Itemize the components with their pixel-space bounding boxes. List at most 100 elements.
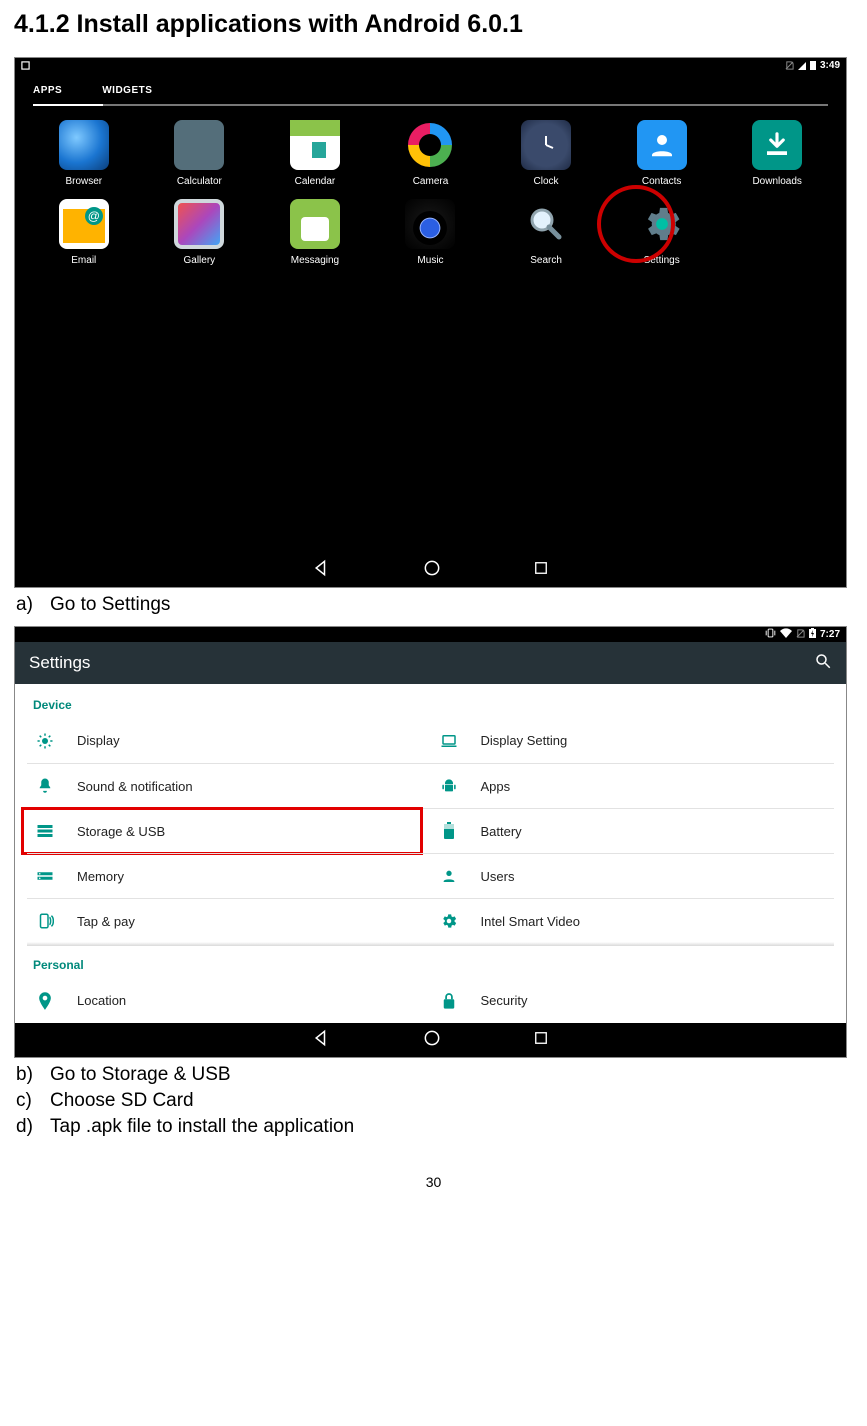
step-bullet: d) (16, 1116, 40, 1138)
user-icon (439, 866, 459, 886)
download-icon (752, 120, 802, 170)
settings-appbar: Settings (15, 642, 846, 684)
row-label: Sound & notification (77, 779, 193, 794)
step-bullet: a) (16, 594, 40, 616)
tab-apps[interactable]: APPS (33, 85, 62, 96)
step-a: a) Go to Settings (16, 594, 853, 616)
row-smart-video[interactable]: Intel Smart Video (431, 898, 835, 943)
row-label: Memory (77, 869, 124, 884)
lock-icon (439, 991, 459, 1011)
app-calculator[interactable]: Calculator (149, 120, 251, 187)
step-b: b) Go to Storage & USB (16, 1064, 853, 1086)
step-bullet: b) (16, 1064, 40, 1086)
app-browser[interactable]: Browser (33, 120, 135, 187)
page-number: 30 (14, 1174, 853, 1190)
step-text: Go to Settings (50, 594, 170, 616)
home-icon[interactable] (422, 558, 442, 583)
recents-icon[interactable] (532, 1029, 550, 1052)
status-time: 3:49 (820, 60, 840, 71)
step-bullet: c) (16, 1090, 40, 1112)
android-icon (439, 776, 459, 796)
app-settings[interactable]: Settings (611, 199, 713, 266)
camera-icon (405, 120, 455, 170)
wifi-icon (780, 628, 792, 641)
app-label: Clock (534, 176, 559, 187)
row-label: Display (77, 733, 120, 748)
search-icon (521, 199, 571, 249)
row-security[interactable]: Security (431, 978, 835, 1023)
app-downloads[interactable]: Downloads (726, 120, 828, 187)
location-icon (35, 991, 55, 1011)
home-icon[interactable] (422, 1028, 442, 1053)
app-label: Contacts (642, 176, 681, 187)
memory-icon (35, 866, 55, 886)
step-d: d) Tap .apk file to install the applicat… (16, 1116, 853, 1138)
category-device: Device (27, 692, 834, 718)
step-text: Tap .apk file to install the application (50, 1116, 354, 1138)
bell-icon (35, 776, 55, 796)
no-sim-icon (785, 61, 794, 70)
screenshot-settings: 7:27 Settings Device Display Display Set… (14, 626, 847, 1058)
row-label: Display Setting (481, 733, 568, 748)
row-label: Intel Smart Video (481, 914, 580, 929)
row-display[interactable]: Display (27, 718, 431, 763)
row-tap-pay[interactable]: Tap & pay (27, 898, 431, 943)
row-location[interactable]: Location (27, 978, 431, 1023)
app-label: Messaging (291, 255, 339, 266)
status-bar: 3:49 (15, 58, 846, 73)
app-label: Downloads (752, 176, 801, 187)
row-label: Users (481, 869, 515, 884)
signal-icon (798, 62, 806, 70)
step-text: Choose SD Card (50, 1090, 194, 1112)
app-messaging[interactable]: Messaging (264, 199, 366, 266)
row-storage-usb[interactable]: Storage & USB (27, 808, 431, 853)
category-personal: Personal (27, 946, 834, 978)
app-label: Gallery (184, 255, 216, 266)
app-label: Settings (644, 255, 680, 266)
row-battery[interactable]: Battery (431, 808, 835, 853)
app-clock[interactable]: Clock (495, 120, 597, 187)
app-label: Music (417, 255, 443, 266)
row-label: Battery (481, 824, 522, 839)
search-icon[interactable] (814, 652, 832, 675)
app-label: Camera (413, 176, 449, 187)
globe-icon (59, 120, 109, 170)
music-icon (405, 199, 455, 249)
app-search[interactable]: Search (495, 199, 597, 266)
app-email[interactable]: Email (33, 199, 135, 266)
app-label: Calculator (177, 176, 222, 187)
contacts-icon (637, 120, 687, 170)
row-label: Tap & pay (77, 914, 135, 929)
app-contacts[interactable]: Contacts (611, 120, 713, 187)
settings-icon (637, 199, 687, 249)
laptop-icon (439, 731, 459, 751)
app-camera[interactable]: Camera (380, 120, 482, 187)
recents-icon[interactable] (532, 559, 550, 582)
app-gallery[interactable]: Gallery (149, 199, 251, 266)
system-nav-bar (15, 1023, 846, 1057)
row-memory[interactable]: Memory (27, 853, 431, 898)
row-apps[interactable]: Apps (431, 763, 835, 808)
vibrate-icon (765, 628, 776, 641)
app-calendar[interactable]: Calendar (264, 120, 366, 187)
app-label: Calendar (295, 176, 336, 187)
tab-widgets[interactable]: WIDGETS (102, 85, 152, 96)
back-icon[interactable] (312, 558, 332, 583)
row-display-setting[interactable]: Display Setting (431, 718, 835, 763)
row-label: Security (481, 993, 528, 1008)
app-music[interactable]: Music (380, 199, 482, 266)
back-icon[interactable] (312, 1028, 332, 1053)
row-sound[interactable]: Sound & notification (27, 763, 431, 808)
screenshot-app-drawer: 3:49 APPS WIDGETS Browser Calculator (14, 57, 847, 588)
row-users[interactable]: Users (431, 853, 835, 898)
section-heading: 4.1.2 Install applications with Android … (14, 10, 853, 39)
app-label: Email (71, 255, 96, 266)
step-c: c) Choose SD Card (16, 1090, 853, 1112)
app-label: Browser (65, 176, 102, 187)
calculator-icon (174, 120, 224, 170)
battery-icon (439, 821, 459, 841)
screenshot-icon (21, 61, 30, 70)
no-sim-icon (796, 629, 805, 641)
nfc-icon (35, 911, 55, 931)
calendar-icon (290, 120, 340, 170)
